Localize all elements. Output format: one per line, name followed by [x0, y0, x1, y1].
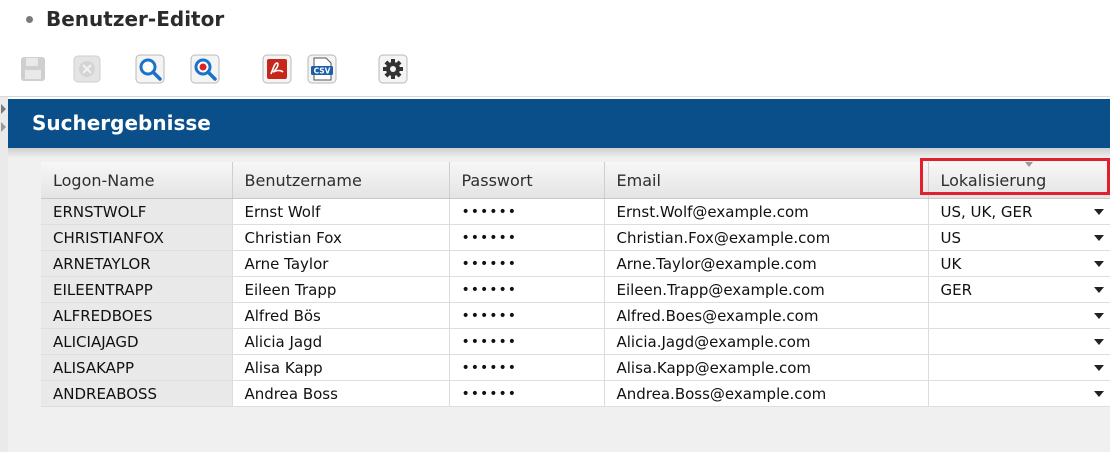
- cell-lokalisierung[interactable]: [928, 380, 1110, 407]
- cell-lokalisierung[interactable]: [928, 302, 1110, 329]
- save-icon: [21, 57, 45, 81]
- cell-logon-name[interactable]: ARNETAYLOR: [41, 250, 233, 277]
- cell-lokalisierung[interactable]: [928, 354, 1110, 381]
- cell-benutzername[interactable]: Alisa Kapp: [232, 354, 450, 381]
- results-title: Suchergebnisse: [32, 111, 211, 135]
- cell-passwort[interactable]: ••••••: [449, 250, 605, 277]
- cell-logon-name[interactable]: ANDREABOSS: [41, 380, 233, 407]
- cell-email[interactable]: Eileen.Trapp@example.com: [604, 276, 929, 303]
- dropdown-arrow-icon[interactable]: [1093, 235, 1104, 241]
- cell-passwort[interactable]: ••••••: [449, 354, 605, 381]
- cell-passwort[interactable]: ••••••: [449, 198, 605, 225]
- table-row[interactable]: ALFREDBOES Alfred Bös •••••• Alfred.Boes…: [41, 302, 1110, 329]
- dropdown-arrow-icon[interactable]: [1093, 365, 1104, 371]
- column-header-passwort[interactable]: Passwort: [449, 162, 605, 199]
- cell-benutzername[interactable]: Eileen Trapp: [232, 276, 450, 303]
- cell-logon-name[interactable]: ERNSTWOLF: [41, 198, 233, 225]
- settings-button[interactable]: [378, 54, 408, 84]
- locale-value: UK: [940, 254, 962, 273]
- table-row[interactable]: EILEENTRAPP Eileen Trapp •••••• Eileen.T…: [41, 276, 1110, 303]
- cell-lokalisierung[interactable]: UK: [928, 250, 1110, 277]
- cell-email[interactable]: Alisa.Kapp@example.com: [604, 354, 929, 381]
- cell-lokalisierung[interactable]: US: [928, 224, 1110, 251]
- dropdown-arrow-icon[interactable]: [1093, 287, 1104, 293]
- cell-email[interactable]: Christian.Fox@example.com: [604, 224, 929, 251]
- cell-passwort[interactable]: ••••••: [449, 328, 605, 355]
- table-row[interactable]: ALISAKAPP Alisa Kapp •••••• Alisa.Kapp@e…: [41, 354, 1110, 381]
- cell-logon-name[interactable]: CHRISTIANFOX: [41, 224, 233, 251]
- cell-lokalisierung[interactable]: US, UK, GER: [928, 198, 1110, 225]
- cell-benutzername[interactable]: Ernst Wolf: [232, 198, 450, 225]
- csv-icon: CSV: [307, 54, 337, 84]
- cell-passwort[interactable]: ••••••: [449, 276, 605, 303]
- cell-benutzername[interactable]: Alfred Bös: [232, 302, 450, 329]
- dropdown-arrow-icon[interactable]: [1093, 391, 1104, 397]
- dropdown-arrow-icon[interactable]: [1093, 209, 1104, 215]
- header-shadow: [8, 148, 1110, 158]
- cell-benutzername[interactable]: Christian Fox: [232, 224, 450, 251]
- cell-benutzername[interactable]: Andrea Boss: [232, 380, 450, 407]
- results-table: Logon-Name Benutzername Passwort Email L…: [41, 162, 1110, 407]
- locale-value: US, UK, GER: [940, 202, 1033, 221]
- column-header-email[interactable]: Email: [604, 162, 929, 199]
- locale-value: US: [940, 228, 962, 247]
- cell-email[interactable]: Arne.Taylor@example.com: [604, 250, 929, 277]
- column-header-logon-name[interactable]: Logon-Name: [41, 162, 233, 199]
- title-bar: Benutzer-Editor: [0, 0, 1110, 42]
- toolbar-divider: [0, 96, 1110, 97]
- cell-email[interactable]: Andrea.Boss@example.com: [604, 380, 929, 407]
- csv-export-button[interactable]: CSV: [307, 54, 337, 84]
- cancel-icon: [73, 55, 101, 83]
- search-icon: [135, 54, 165, 84]
- settings-gear-icon: [378, 54, 408, 84]
- cancel-button[interactable]: [72, 54, 102, 84]
- table-row[interactable]: ANDREABOSS Andrea Boss •••••• Andrea.Bos…: [41, 380, 1110, 407]
- page-title: Benutzer-Editor: [46, 7, 225, 31]
- cell-logon-name[interactable]: ALISAKAPP: [41, 354, 233, 381]
- cell-logon-name[interactable]: EILEENTRAPP: [41, 276, 233, 303]
- cell-passwort[interactable]: ••••••: [449, 302, 605, 329]
- cell-benutzername[interactable]: Alicia Jagd: [232, 328, 450, 355]
- column-header-benutzername[interactable]: Benutzername: [232, 162, 450, 199]
- cell-lokalisierung[interactable]: GER: [928, 276, 1110, 303]
- table-row[interactable]: ALICIAJAGD Alicia Jagd •••••• Alicia.Jag…: [41, 328, 1110, 355]
- table-row[interactable]: CHRISTIANFOX Christian Fox •••••• Christ…: [41, 224, 1110, 251]
- bullet-icon: [26, 16, 33, 23]
- save-button[interactable]: [18, 54, 48, 84]
- toolbar: CSV: [0, 44, 1110, 94]
- cell-lokalisierung[interactable]: [928, 328, 1110, 355]
- table-row[interactable]: ARNETAYLOR Arne Taylor •••••• Arne.Taylo…: [41, 250, 1110, 277]
- pdf-export-button[interactable]: [262, 54, 292, 84]
- dropdown-arrow-icon[interactable]: [1093, 261, 1104, 267]
- cell-passwort[interactable]: ••••••: [449, 224, 605, 251]
- results-header: Suchergebnisse: [8, 99, 1110, 148]
- cell-logon-name[interactable]: ALFREDBOES: [41, 302, 233, 329]
- csv-icon-label: CSV: [314, 67, 331, 76]
- dropdown-arrow-icon[interactable]: [1093, 313, 1104, 319]
- cell-passwort[interactable]: ••••••: [449, 380, 605, 407]
- cell-logon-name[interactable]: ALICIAJAGD: [41, 328, 233, 355]
- cell-email[interactable]: Alicia.Jagd@example.com: [604, 328, 929, 355]
- table-row[interactable]: ERNSTWOLF Ernst Wolf •••••• Ernst.Wolf@e…: [41, 198, 1110, 225]
- cell-email[interactable]: Ernst.Wolf@example.com: [604, 198, 929, 225]
- collapse-arrow-icon[interactable]: [0, 100, 8, 140]
- cell-benutzername[interactable]: Arne Taylor: [232, 250, 450, 277]
- search-reset-icon: [190, 54, 220, 84]
- side-gutter: [0, 97, 8, 452]
- search-button[interactable]: [135, 54, 165, 84]
- locale-value: GER: [940, 280, 973, 299]
- column-highlight-box: [920, 158, 1110, 195]
- pdf-icon: [262, 54, 292, 84]
- cell-email[interactable]: Alfred.Boes@example.com: [604, 302, 929, 329]
- dropdown-arrow-icon[interactable]: [1093, 339, 1104, 345]
- search-reset-button[interactable]: [190, 54, 220, 84]
